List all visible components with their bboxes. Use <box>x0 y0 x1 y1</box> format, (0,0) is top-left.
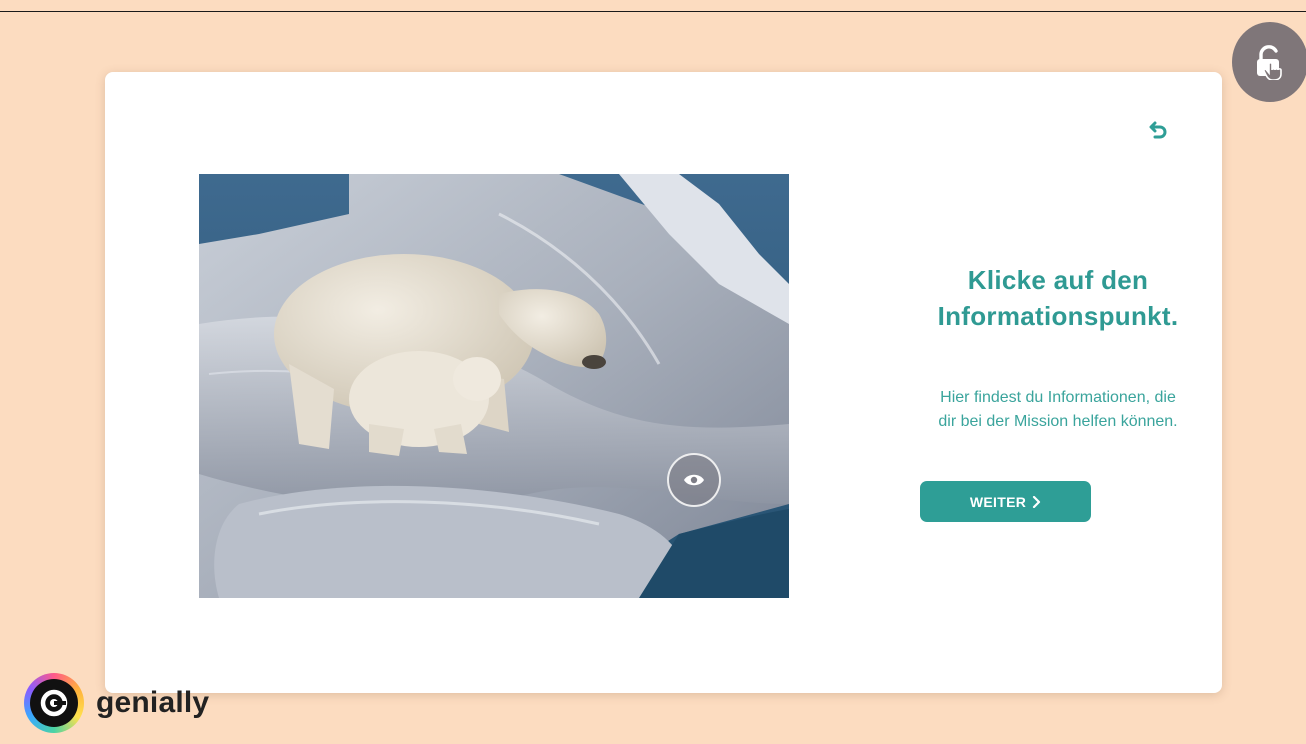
top-divider <box>0 11 1306 12</box>
instruction-heading: Klicke auf den Informationspunkt. <box>913 262 1203 334</box>
eye-icon <box>684 474 704 486</box>
description-line-1: Hier findest du Informationen, die <box>940 389 1176 406</box>
next-button-label: WEITER <box>969 493 1027 510</box>
description-line-2: dir bei der Mission helfen können. <box>938 413 1178 430</box>
back-button[interactable] <box>1145 118 1171 144</box>
info-point-button[interactable] <box>667 453 721 507</box>
brand-name: genially <box>96 686 210 719</box>
brand-watermark: genially <box>24 672 209 734</box>
chevron-right-icon <box>1033 495 1041 508</box>
instruction-description: Hier findest du Informationen, die dir b… <box>913 386 1203 434</box>
unlock-touch-icon <box>1257 45 1282 80</box>
next-button[interactable]: WEITER <box>920 481 1091 522</box>
genially-logo-icon <box>24 673 84 733</box>
undo-arrow-icon <box>1149 121 1167 139</box>
polar-bear-photo <box>199 174 789 598</box>
unlock-interaction-button[interactable] <box>1232 22 1306 102</box>
instruction-panel: Klicke auf den Informationspunkt. Hier f… <box>913 262 1203 522</box>
heading-line-2: Informationspunkt. <box>937 301 1179 331</box>
heading-line-1: Klicke auf den <box>967 265 1149 295</box>
slide-card: Klicke auf den Informationspunkt. Hier f… <box>105 72 1222 693</box>
